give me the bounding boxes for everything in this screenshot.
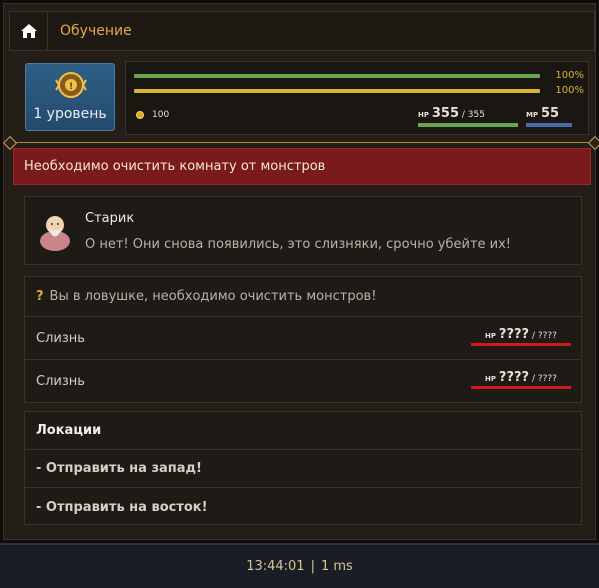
locations-panel: Локации - Отправить на запад! - Отправит… [24, 411, 582, 525]
monster-hp-current: ???? [498, 327, 530, 342]
level-emblem-icon: ! [55, 72, 87, 98]
home-icon [20, 24, 37, 38]
monster-hp: HP ???? / ???? [471, 370, 571, 389]
monster-hp-tag: HP [485, 375, 497, 383]
hp-max: 355 [467, 110, 485, 120]
bar2-percent: 100% [555, 85, 584, 96]
monster-name: Слизнь [36, 374, 85, 389]
old-man-avatar [40, 216, 70, 251]
game-window: Обучение ! 1 уровень 100% 100% 100 HP 35… [0, 0, 599, 543]
character-panel: ! 1 уровень 100% 100% 100 HP 355 / 355 M… [13, 57, 589, 137]
svg-text:!: ! [69, 82, 73, 92]
bar1-percent: 100% [555, 70, 584, 81]
monster-hp-tag: HP [485, 332, 497, 340]
gold-amount: 100 [152, 110, 170, 120]
top-bar: Обучение [9, 11, 595, 51]
mp-current: 55 [540, 106, 560, 121]
page-title: Обучение [60, 23, 132, 39]
quest-banner: Необходимо очистить комнату от монстров [13, 148, 591, 185]
npc-speech: О нет! Они снова появились, это слизняки… [85, 237, 511, 252]
monster-hp-max: ???? [537, 374, 557, 384]
npc-dialog: Старик О нет! Они снова появились, это с… [24, 196, 582, 265]
health-progress-bar [134, 74, 540, 78]
encounter-hint-text: Вы в ловушке, необходимо очистить монстр… [49, 289, 377, 304]
gold-coin-icon [136, 111, 144, 119]
hp-tag: HP [418, 111, 429, 119]
monster-hp: HP ???? / ???? [471, 327, 571, 346]
monster-hp-current: ???? [498, 370, 530, 385]
location-east-link[interactable]: - Отправить на восток! [25, 488, 581, 526]
monster-hp-max: ???? [537, 331, 557, 341]
locations-title: Локации [25, 412, 581, 450]
latency: 1 ms [320, 559, 353, 574]
home-button[interactable] [10, 12, 48, 50]
level-badge[interactable]: ! 1 уровень [25, 63, 115, 131]
encounter-panel: ? Вы в ловушке, необходимо очистить монс… [24, 276, 582, 403]
location-west-link[interactable]: - Отправить на запад! [25, 450, 581, 488]
server-time: 13:44:01 [246, 559, 305, 574]
monster-name: Слизнь [36, 330, 85, 346]
npc-name: Старик [85, 211, 135, 226]
level-label: 1 уровень [33, 106, 107, 122]
monster-hp-bar [471, 386, 571, 389]
status-footer: 13:44:01 | 1 ms [0, 543, 599, 588]
monster-row[interactable]: Слизнь HP ???? / ???? [25, 360, 581, 403]
encounter-hint: ? Вы в ловушке, необходимо очистить монс… [25, 277, 581, 317]
monster-hp-bar [471, 343, 571, 346]
mp-bar [526, 123, 572, 127]
player-mp: MP 55 [526, 106, 572, 127]
experience-progress-bar [134, 89, 540, 93]
hp-bar [418, 123, 518, 127]
stats-box: 100% 100% 100 HP 355 / 355 MP 55 [125, 61, 589, 135]
mp-tag: MP [526, 111, 539, 119]
monster-row[interactable]: Слизнь HP ???? / ???? [25, 317, 581, 360]
footer-separator: | [310, 559, 315, 574]
question-icon: ? [36, 289, 44, 304]
player-hp: HP 355 / 355 [418, 106, 518, 127]
hp-current: 355 [431, 106, 460, 121]
